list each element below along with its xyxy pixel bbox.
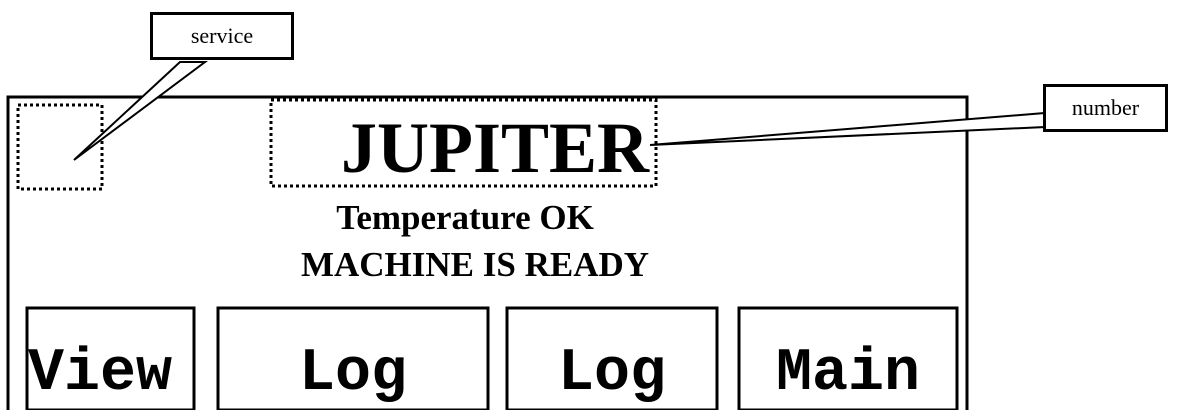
service-callout-text: service	[190, 23, 254, 48]
number-callout-label: number	[1043, 84, 1168, 132]
service-callout-label: service	[150, 12, 294, 60]
number-callout-text: number	[1071, 95, 1140, 120]
log-button[interactable]: Log	[218, 344, 488, 404]
log-button-2[interactable]: Log	[507, 344, 717, 404]
number-callout-pointer	[649, 111, 1046, 146]
machine-name-title: JUPITER	[341, 108, 650, 188]
service-callout-pointer	[73, 61, 209, 161]
temperature-status: Temperature OK	[336, 198, 594, 237]
machine-status: MACHINE IS READY	[300, 245, 650, 284]
main-button[interactable]: Main	[739, 344, 957, 404]
view-button[interactable]: View	[28, 344, 194, 404]
